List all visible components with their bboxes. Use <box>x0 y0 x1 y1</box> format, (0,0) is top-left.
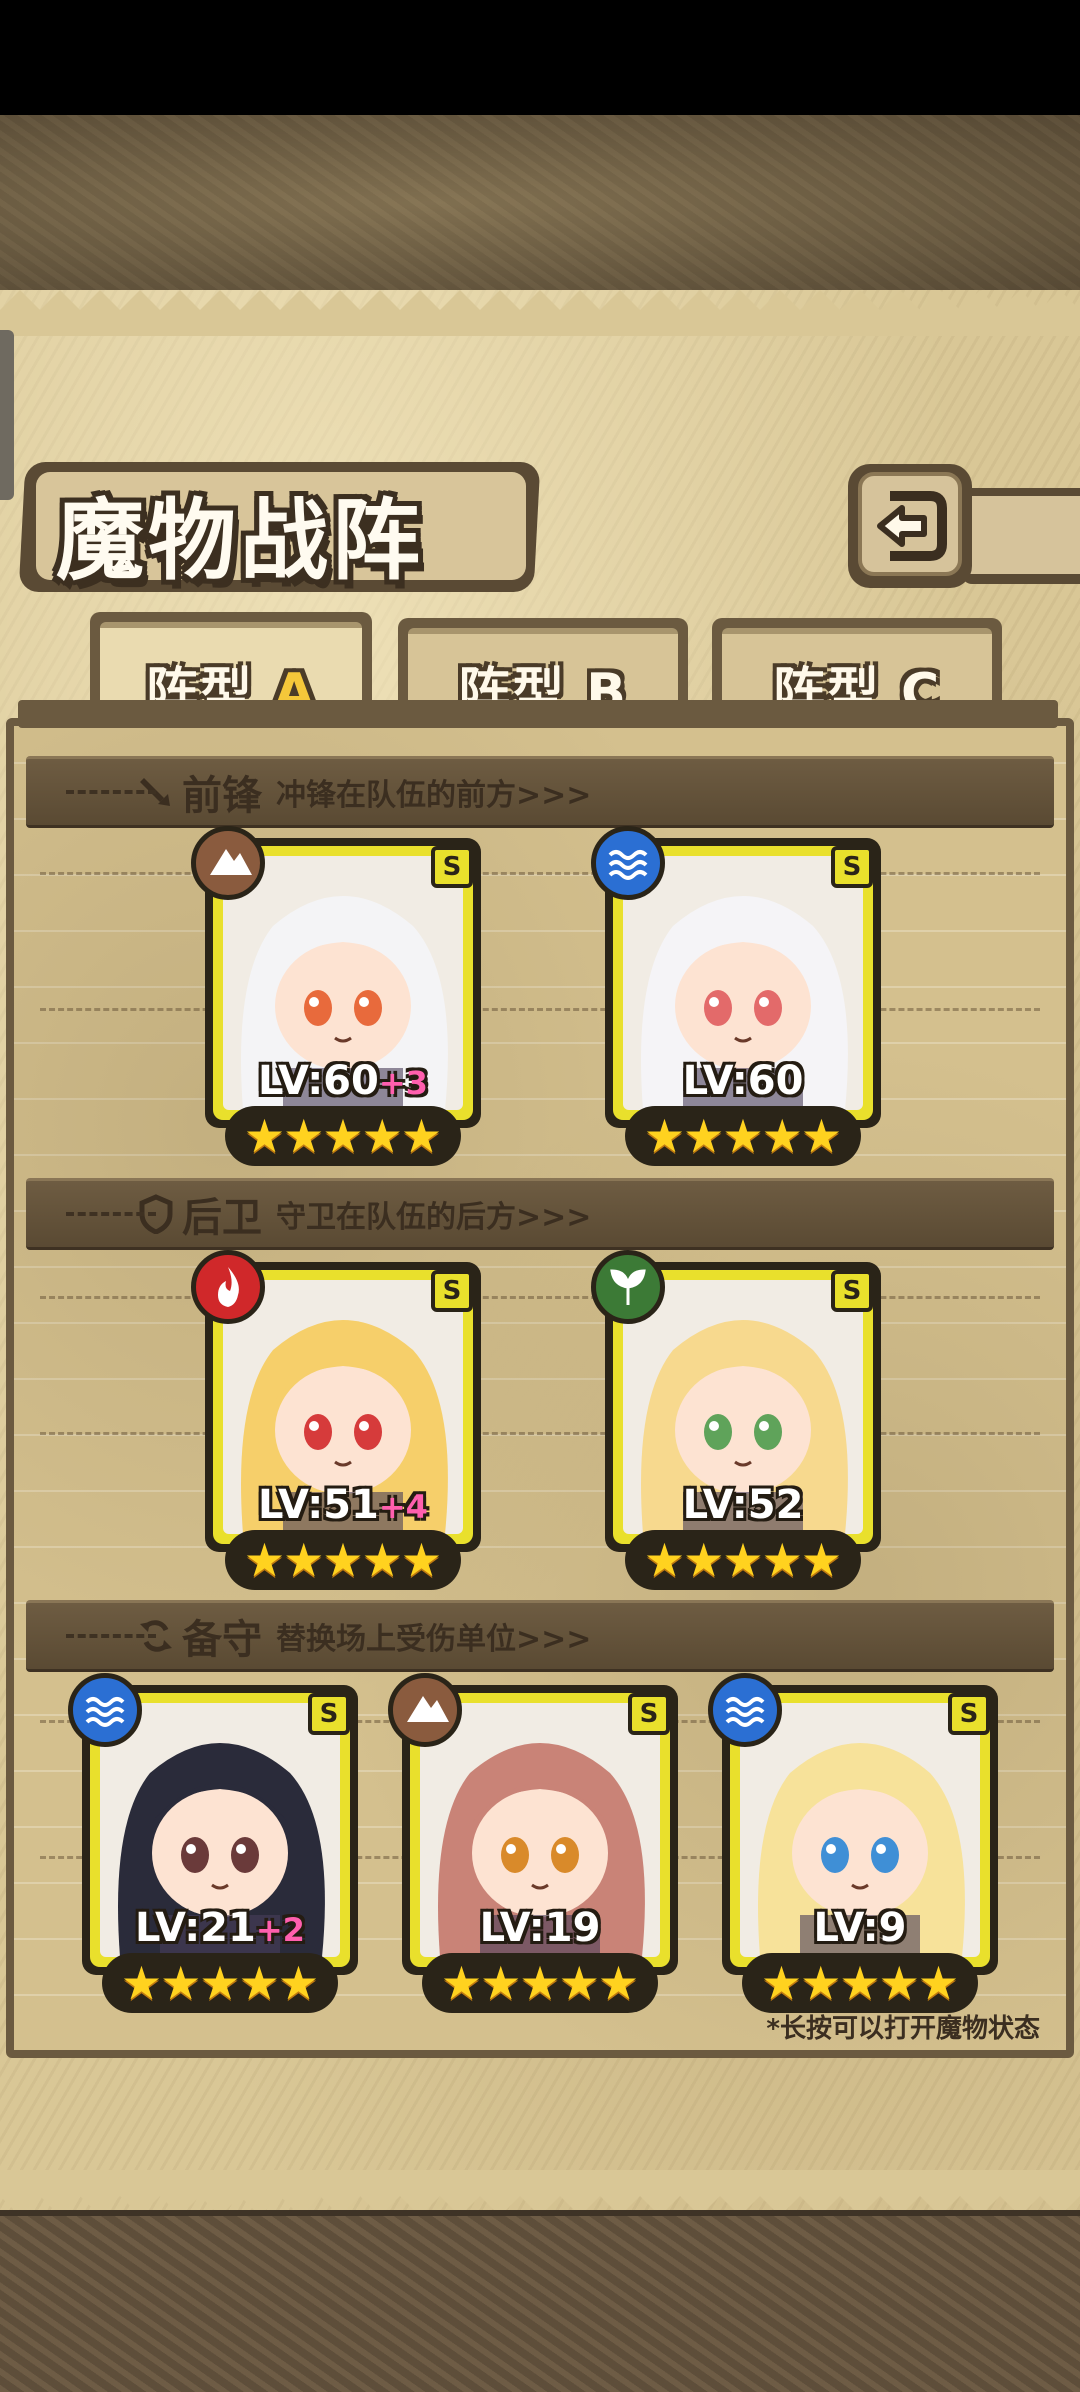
star-icon: ★ <box>238 1956 280 2010</box>
back-section-header: 后卫 守卫在队伍的后方>>> <box>26 1178 1054 1250</box>
panel-top-edge <box>0 290 1080 336</box>
fire-element-icon <box>191 1250 265 1324</box>
star-icon: ★ <box>722 1533 764 1587</box>
status-bar <box>0 0 1080 115</box>
star-rating: ★ ★ ★ ★ ★ <box>742 1953 978 2013</box>
star-icon: ★ <box>160 1956 202 2010</box>
star-icon: ★ <box>643 1533 686 1587</box>
star-icon: ★ <box>322 1109 364 1163</box>
star-icon: ★ <box>243 1533 286 1587</box>
star-icon: ★ <box>558 1956 600 2010</box>
star-icon: ★ <box>322 1533 364 1587</box>
star-icon: ★ <box>283 1109 325 1163</box>
level-bonus: +2 <box>255 1911 305 1949</box>
long-press-hint: *长按可以打开魔物状态 <box>766 2014 1040 2044</box>
rank-badge: S <box>831 1270 873 1312</box>
rank-badge: S <box>628 1693 670 1735</box>
star-icon: ★ <box>761 1109 803 1163</box>
map-background-top <box>0 115 1080 295</box>
star-icon: ★ <box>917 1956 960 2010</box>
monster-level: LV:60 <box>682 1058 804 1104</box>
star-icon: ★ <box>683 1533 725 1587</box>
back-button-rail <box>962 488 1080 584</box>
side-handle <box>0 330 14 500</box>
back-arrow-icon <box>877 491 947 561</box>
star-rating: ★ ★ ★ ★ ★ <box>225 1530 461 1590</box>
monster-card[interactable]: S LV:60 ★ ★ ★ ★ ★ <box>591 826 881 1184</box>
monster-level: LV:19 <box>479 1905 601 1951</box>
guide-line <box>40 872 1040 875</box>
monster-card[interactable]: S LV:60+3 ★ ★ ★ ★ ★ <box>191 826 481 1184</box>
star-icon: ★ <box>800 1956 842 2010</box>
star-rating: ★ ★ ★ ★ ★ <box>102 1953 338 2013</box>
monster-level: LV:9 <box>813 1905 907 1951</box>
star-icon: ★ <box>440 1956 483 2010</box>
monster-card[interactable]: S LV:21+2 ★ ★ ★ ★ ★ <box>68 1673 358 2031</box>
star-icon: ★ <box>761 1533 803 1587</box>
earth-element-icon <box>388 1673 462 1747</box>
guide-line <box>40 1008 1040 1011</box>
monster-card[interactable]: S LV:52 ★ ★ ★ ★ ★ <box>591 1250 881 1608</box>
guide-line <box>40 1432 1040 1435</box>
back-button[interactable] <box>848 464 972 588</box>
star-icon: ★ <box>760 1956 803 2010</box>
page-title: 魔物战阵 <box>56 489 425 592</box>
rank-badge: S <box>431 846 473 888</box>
front-section-header: 前锋 冲锋在队伍的前方>>> <box>26 756 1054 828</box>
monster-card[interactable]: S LV:19 ★ ★ ★ ★ ★ <box>388 1673 678 2031</box>
star-icon: ★ <box>480 1956 522 2010</box>
star-icon: ★ <box>839 1956 881 2010</box>
star-icon: ★ <box>400 1533 443 1587</box>
rank-badge: S <box>831 846 873 888</box>
tab-shelf <box>18 700 1058 728</box>
level-bonus: +3 <box>378 1064 428 1102</box>
star-rating: ★ ★ ★ ★ ★ <box>625 1106 861 1166</box>
star-icon: ★ <box>878 1956 920 2010</box>
water-element-icon <box>68 1673 142 1747</box>
level-bonus: +4 <box>378 1488 428 1526</box>
star-rating: ★ ★ ★ ★ ★ <box>625 1530 861 1590</box>
star-icon: ★ <box>243 1109 286 1163</box>
map-background-bottom <box>0 2210 1080 2392</box>
water-element-icon <box>591 826 665 900</box>
star-icon: ★ <box>361 1533 403 1587</box>
monster-level: LV:52 <box>682 1482 804 1528</box>
star-icon: ★ <box>199 1956 241 2010</box>
star-icon: ★ <box>120 1956 163 2010</box>
star-icon: ★ <box>361 1109 403 1163</box>
monster-level: LV:51+4 <box>258 1482 428 1528</box>
water-element-icon <box>708 1673 782 1747</box>
star-icon: ★ <box>800 1109 843 1163</box>
earth-element-icon <box>191 826 265 900</box>
rank-badge: S <box>948 1693 990 1735</box>
nature-element-icon <box>591 1250 665 1324</box>
monster-level: LV:21+2 <box>135 1905 305 1951</box>
reserve-section-header: 备守 替换场上受伤单位>>> <box>26 1600 1054 1672</box>
monster-card[interactable]: S LV:51+4 ★ ★ ★ ★ ★ <box>191 1250 481 1608</box>
star-icon: ★ <box>277 1956 320 2010</box>
rank-badge: S <box>308 1693 350 1735</box>
star-icon: ★ <box>722 1109 764 1163</box>
star-rating: ★ ★ ★ ★ ★ <box>422 1953 658 2013</box>
star-icon: ★ <box>643 1109 686 1163</box>
star-icon: ★ <box>597 1956 640 2010</box>
star-icon: ★ <box>683 1109 725 1163</box>
star-icon: ★ <box>400 1109 443 1163</box>
star-icon: ★ <box>519 1956 561 2010</box>
guide-line <box>40 1296 1040 1299</box>
star-icon: ★ <box>800 1533 843 1587</box>
star-rating: ★ ★ ★ ★ ★ <box>225 1106 461 1166</box>
monster-level: LV:60+3 <box>258 1058 428 1104</box>
monster-card[interactable]: S LV:9 ★ ★ ★ ★ ★ <box>708 1673 998 2031</box>
rank-badge: S <box>431 1270 473 1312</box>
star-icon: ★ <box>283 1533 325 1587</box>
